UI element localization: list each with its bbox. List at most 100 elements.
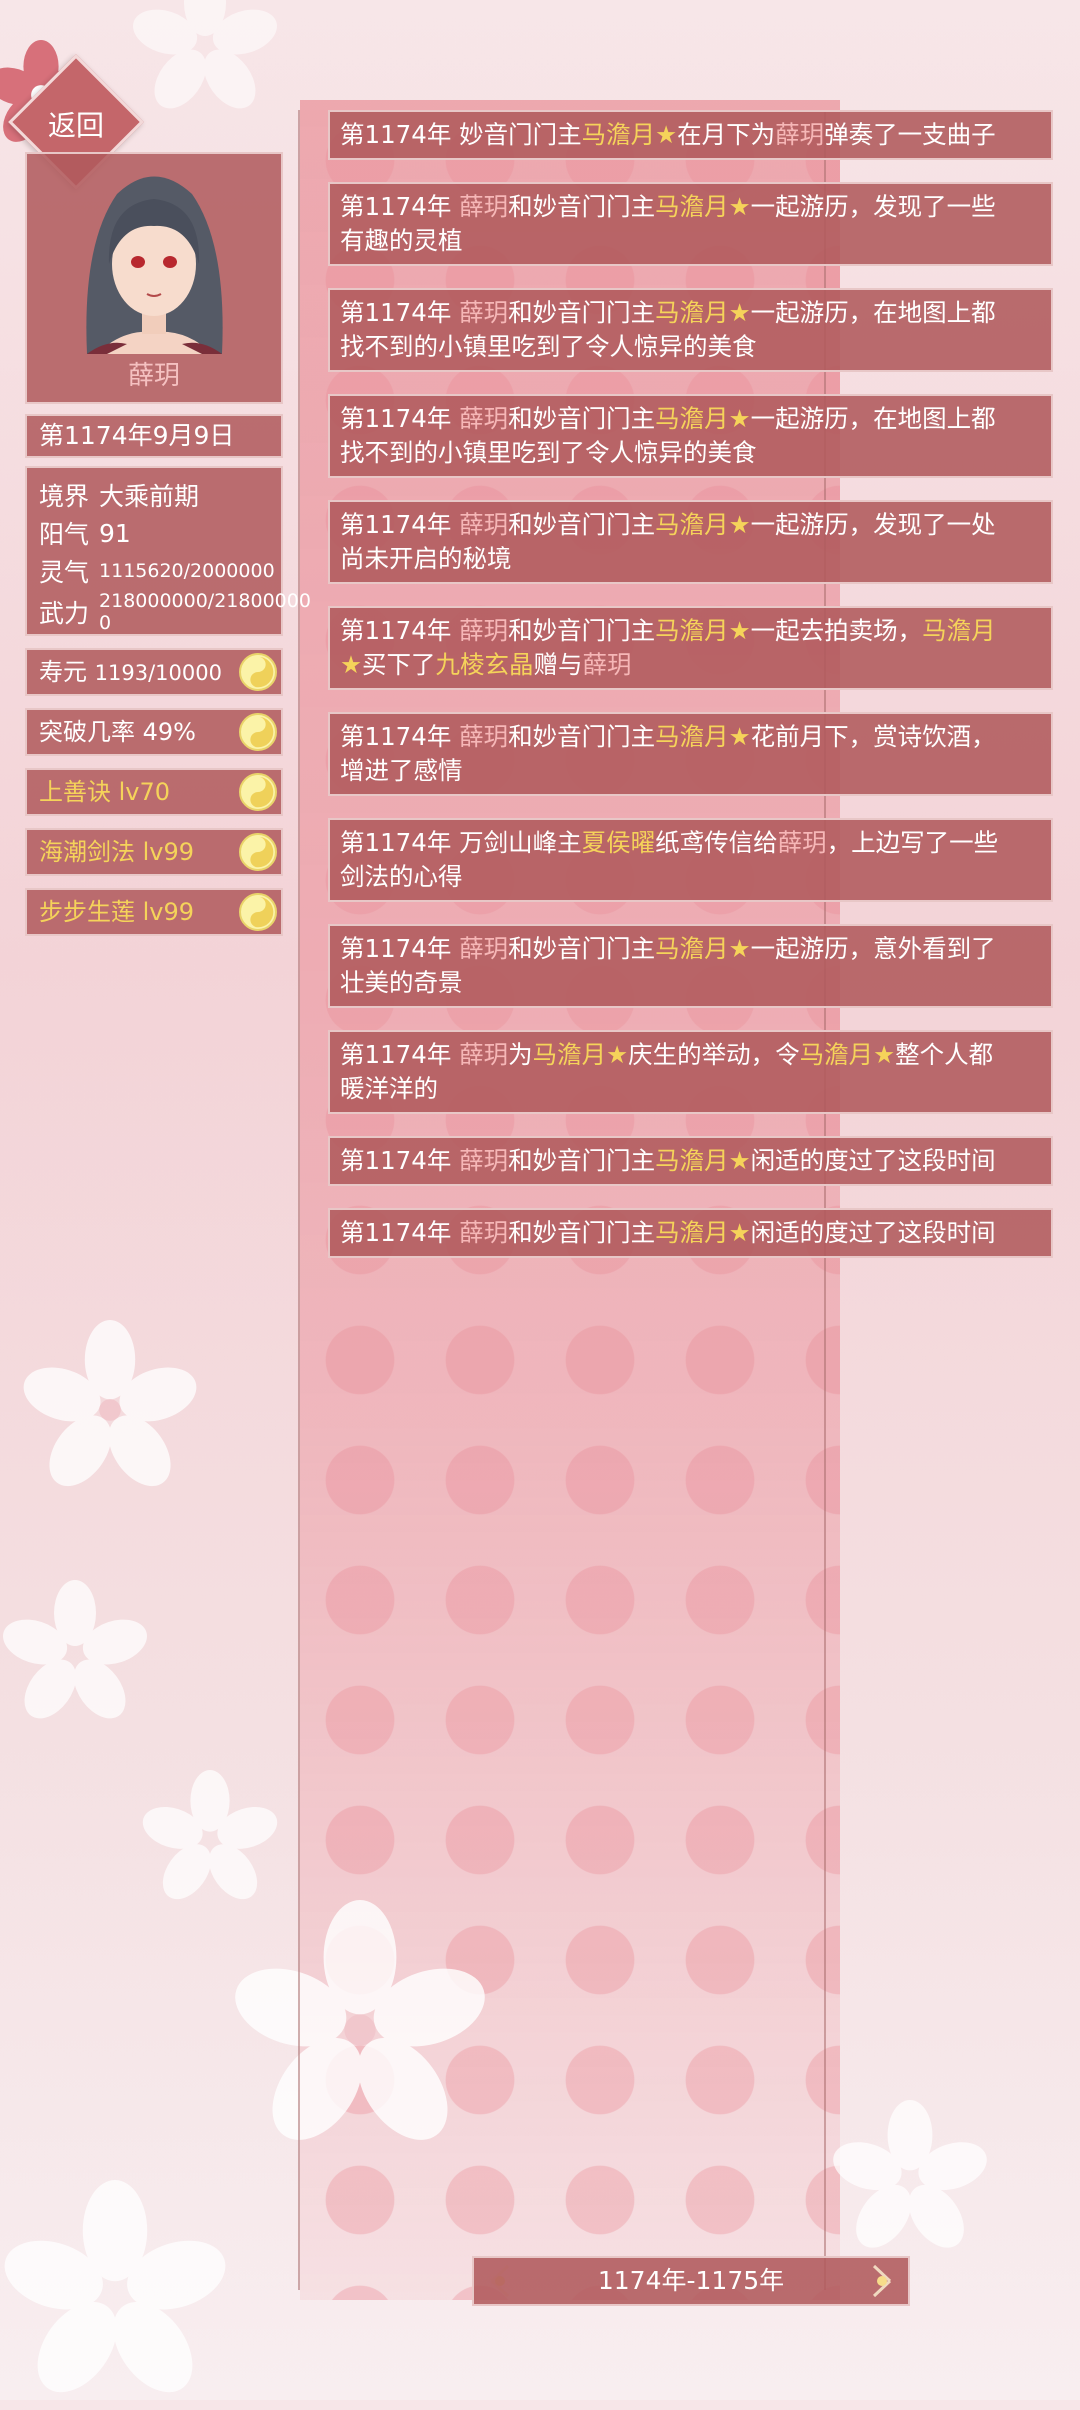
event-line: 第1174年 薛玥和妙音门门主马澹月★闲适的度过了这段时间	[340, 1216, 1041, 1250]
attributes-panel: 境界 大乘前期 阳气 91 灵气 1115620/2000000 武力 2180…	[25, 466, 311, 636]
wu-value: 218000000/21800000 0	[99, 590, 311, 634]
skill-name: 步步生莲 lv99	[39, 898, 195, 926]
event-line: 第1174年 薛玥和妙音门门主马澹月★一起去拍卖场，马澹月	[340, 614, 1041, 648]
event-highlight: 薛玥	[459, 404, 509, 433]
yin-yang-icon[interactable]	[239, 893, 277, 931]
event-line: 壮美的奇景	[340, 966, 1041, 1000]
event-highlight: ★	[728, 722, 751, 751]
event-highlight: 薛玥	[459, 510, 509, 539]
lifespan-value: 1193/10000	[94, 661, 222, 685]
sakura-flower-decoration	[3, 1580, 147, 1719]
event-entry: 第1174年 薛玥和妙音门门主马澹月★闲适的度过了这段时间	[328, 1136, 1053, 1186]
event-entry: 第1174年 薛玥和妙音门门主马澹月★一起游历，发现了一些 有趣的灵植	[328, 182, 1053, 266]
event-entry: 第1174年 薛玥和妙音门门主马澹月★一起游历，意外看到了 壮美的奇景	[328, 924, 1053, 1008]
event-text: 一起游历，在地图上都	[750, 404, 996, 433]
breakthrough-row[interactable]: 突破几率 49%	[25, 708, 283, 756]
event-text: 找不到的小镇里吃到了令人惊异的美食	[340, 332, 757, 361]
event-text: ，上边写了一些	[826, 828, 999, 857]
event-text: 第1174年	[340, 510, 460, 539]
event-text: 为	[508, 1040, 533, 1069]
skill-row[interactable]: 上善诀 lv70	[25, 768, 283, 816]
event-entry: 第1174年 薛玥和妙音门门主马澹月★闲适的度过了这段时间	[328, 1208, 1053, 1258]
event-line: 第1174年 薛玥和妙音门门主马澹月★一起游历，发现了一处	[340, 508, 1041, 542]
event-highlight: 马澹月	[655, 1218, 729, 1247]
sakura-flower-decoration	[142, 1770, 278, 1900]
event-highlight: 薛玥	[582, 650, 632, 679]
yin-yang-icon[interactable]	[239, 713, 277, 751]
next-arrow-icon[interactable]	[858, 2258, 908, 2304]
event-entry: 第1174年 薛玥和妙音门门主马澹月★一起游历，在地图上都 找不到的小镇里吃到了令…	[328, 288, 1053, 372]
ling-row: 灵气 1115620/2000000	[39, 552, 275, 590]
yin-yang-icon[interactable]	[239, 773, 277, 811]
event-entry: 第1174年 薛玥为马澹月★庆生的举动，令马澹月★整个人都 暖洋洋的	[328, 1030, 1053, 1114]
decorative-vertical-line	[298, 110, 300, 2290]
ling-label: 灵气	[39, 558, 90, 587]
event-highlight: ★	[655, 120, 678, 149]
event-highlight: 马澹月	[655, 404, 729, 433]
event-highlight: ★	[728, 1218, 751, 1247]
lifespan-row[interactable]: 寿元 1193/10000	[25, 648, 283, 696]
event-line: 第1174年 薛玥和妙音门门主马澹月★一起游历，在地图上都	[340, 296, 1041, 330]
event-highlight: 马澹月	[922, 616, 996, 645]
event-text: 和妙音门门主	[508, 616, 656, 645]
sakura-flower-decoration	[4, 2180, 226, 2393]
event-highlight: 马澹月	[655, 510, 729, 539]
event-line: 第1174年 薛玥为马澹月★庆生的举动，令马澹月★整个人都	[340, 1038, 1041, 1072]
ling-value: 1115620/2000000	[99, 560, 275, 582]
event-line: 第1174年 薛玥和妙音门门主马澹月★一起游历，在地图上都	[340, 402, 1041, 436]
sakura-flower-decoration	[235, 1900, 485, 2140]
event-text: 第1174年	[340, 404, 460, 433]
event-highlight: ★	[728, 1146, 751, 1175]
yang-row: 阳气 91	[39, 514, 269, 552]
event-text: 第1174年 妙音门门主	[340, 120, 582, 149]
event-line: 第1174年 薛玥和妙音门门主马澹月★一起游历，意外看到了	[340, 932, 1041, 966]
event-text: 和妙音门门主	[508, 1218, 656, 1247]
event-highlight: 薛玥	[459, 722, 509, 751]
back-button-label[interactable]: 返回	[28, 104, 124, 144]
event-line: 第1174年 薛玥和妙音门门主马澹月★花前月下，赏诗饮酒，	[340, 720, 1041, 754]
event-line: 找不到的小镇里吃到了令人惊异的美食	[340, 436, 1041, 470]
event-text: 第1174年	[340, 616, 460, 645]
skill-row[interactable]: 步步生莲 lv99	[25, 888, 283, 936]
skill-name: 海潮剑法 lv99	[39, 838, 195, 866]
event-line: 剑法的心得	[340, 860, 1041, 894]
event-text: 闲适的度过了这段时间	[750, 1146, 996, 1175]
event-text: 整个人都	[895, 1040, 994, 1069]
yin-yang-icon[interactable]	[239, 833, 277, 871]
event-text: 弹奏了一支曲子	[824, 120, 996, 149]
event-text: 赠与	[533, 650, 583, 679]
event-text: 和妙音门门主	[508, 192, 656, 221]
event-line: 找不到的小镇里吃到了令人惊异的美食	[340, 330, 1041, 364]
realm-row: 境界 大乘前期	[39, 476, 269, 514]
wu-row: 武力 218000000/21800000 0	[39, 590, 311, 634]
event-line: ★买下了九棱玄晶赠与薛玥	[340, 648, 1041, 682]
event-text: 一起游历，发现了一处	[750, 510, 996, 539]
sakura-flower-decoration	[833, 2100, 987, 2248]
event-line: 尚未开启的秘境	[340, 542, 1041, 576]
event-text: 闲适的度过了这段时间	[750, 1218, 996, 1247]
wu-label: 武力	[39, 599, 90, 628]
wu-value-line1: 218000000/21800000	[99, 590, 311, 612]
event-text: 和妙音门门主	[508, 298, 656, 327]
event-text: 和妙音门门主	[508, 404, 656, 433]
event-line: 第1174年 薛玥和妙音门门主马澹月★闲适的度过了这段时间	[340, 1144, 1041, 1178]
event-highlight: 薛玥	[777, 828, 827, 857]
event-line: 有趣的灵植	[340, 224, 1041, 258]
event-highlight: ★	[340, 650, 362, 679]
event-highlight: ★	[728, 510, 751, 539]
year-range-selector[interactable]: 1174年-1175年	[472, 2256, 910, 2306]
event-highlight: 马澹月	[799, 1040, 874, 1069]
event-highlight: 马澹月	[655, 192, 729, 221]
event-text: 第1174年	[340, 192, 460, 221]
skill-row[interactable]: 海潮剑法 lv99	[25, 828, 283, 876]
event-highlight: 马澹月	[655, 616, 729, 645]
event-entry: 第1174年 薛玥和妙音门门主马澹月★花前月下，赏诗饮酒， 增进了感情	[328, 712, 1053, 796]
event-text: 和妙音门门主	[508, 722, 656, 751]
event-text: 庆生的举动，令	[628, 1040, 800, 1069]
event-highlight: 马澹月	[655, 298, 729, 327]
event-text: 纸鸢传信给	[655, 828, 778, 857]
event-entry: 第1174年 薛玥和妙音门门主马澹月★一起去拍卖场，马澹月 ★买下了九棱玄晶赠与薛…	[328, 606, 1053, 690]
event-text: 一起去拍卖场，	[750, 616, 923, 645]
event-text: 和妙音门门主	[508, 510, 656, 539]
yin-yang-icon[interactable]	[239, 653, 277, 691]
